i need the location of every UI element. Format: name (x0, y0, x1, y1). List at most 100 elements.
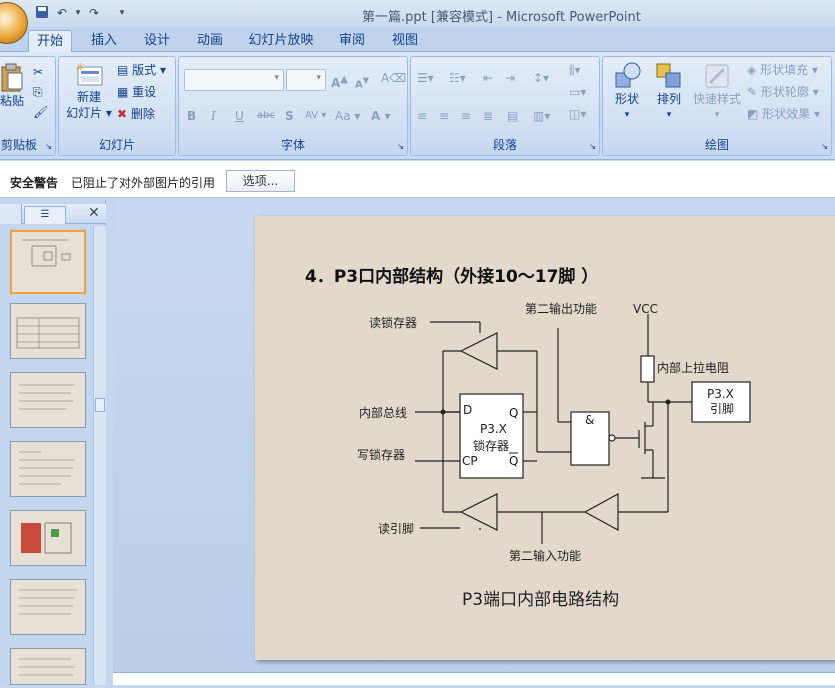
clear-format-icon[interactable]: A⌫ (381, 69, 406, 87)
paste-button[interactable]: 粘贴 (0, 63, 27, 109)
svg-text:✳: ✳ (76, 61, 85, 74)
window-title: 第一篇.ppt [兼容模式] - Microsoft PowerPoint (362, 10, 641, 25)
slides-pane: ☰ ✕ (0, 200, 106, 685)
ribbon-tabs: 开始 插入 设计 动画 幻灯片放映 审阅 视图 (0, 27, 835, 52)
tab-home[interactable]: 开始 (28, 30, 72, 52)
shapes-label: 形状 (614, 92, 639, 106)
format-painter-icon[interactable]: 🖌 (33, 103, 48, 121)
scrollbar-thumb[interactable] (95, 398, 105, 412)
char-spacing-icon[interactable]: AV ▾ (305, 107, 326, 125)
layout-button[interactable]: ▤ 版式 ▾ (117, 61, 166, 79)
paste-label: 粘贴 (0, 94, 24, 108)
tab-insert[interactable]: 插入 (84, 30, 124, 52)
slide-thumbnail-1[interactable] (10, 230, 86, 294)
align-text-icon[interactable]: ▭▾ (569, 83, 586, 101)
justify-icon[interactable]: ≣ (483, 107, 493, 125)
label-read-latch: 读锁存器 (369, 315, 417, 330)
save-icon[interactable] (34, 5, 50, 21)
tab-design[interactable]: 设计 (137, 30, 177, 52)
label-read-pin: 读引脚 (378, 521, 414, 536)
title-bar: ↶ ▾ ↷ ▾ 第一篇.ppt [兼容模式] - Microsoft Power… (0, 0, 835, 44)
latch-name: P3.X (480, 422, 507, 436)
font-dialog-launcher-icon[interactable]: ↘ (397, 142, 404, 151)
latch-d: D (463, 403, 472, 417)
label-second-input: 第二输入功能 (509, 548, 581, 563)
paragraph-group-label: 段落 (492, 138, 517, 152)
smartart-icon[interactable]: ◫▾ (569, 105, 586, 123)
arrange-label: 排列 (656, 92, 681, 106)
decrease-indent-icon[interactable]: ⇤ (483, 69, 493, 87)
undo-dropdown-icon[interactable]: ▾ (70, 5, 86, 21)
align-left-icon[interactable]: ≡ (417, 107, 427, 125)
pin-name: P3.X (707, 387, 734, 401)
shadow-icon[interactable]: S (285, 107, 294, 125)
tab-slides-thumbnails[interactable] (0, 204, 22, 224)
delete-slide-button[interactable]: ✖ 删除 (117, 105, 155, 123)
line-spacing-icon[interactable]: ↕▾ (533, 69, 549, 87)
dialog-launcher-icon[interactable]: ↘ (45, 142, 52, 151)
numbering-icon[interactable]: ☷▾ (449, 69, 466, 87)
increase-indent-icon[interactable]: ⇥ (505, 69, 515, 87)
outline-icon: ☰ (40, 209, 50, 220)
label-second-output: 第二输出功能 (525, 301, 597, 316)
slide-canvas[interactable]: 4．P3口内部结构（外接10～17脚 ） 读锁存器 内部总线 写锁存器 读引脚 … (255, 216, 835, 660)
group-clipboard: 粘贴 ✂ ⎘ 🖌 剪贴板 ↘ (0, 56, 56, 156)
paragraph-dialog-launcher-icon[interactable]: ↘ (589, 142, 596, 151)
bullets-icon[interactable]: ☰▾ (417, 69, 434, 87)
distribute-icon[interactable]: ▤ (507, 107, 518, 125)
font-name-dropdown[interactable]: ▾ (184, 69, 284, 91)
latch-q: Q (509, 406, 518, 420)
layout-icon: ▤ (117, 63, 129, 77)
quick-styles-button[interactable]: 快速样式 ▾ (691, 61, 743, 123)
redo-icon[interactable]: ↷ (86, 5, 102, 21)
arrange-button[interactable]: 排列 ▾ (649, 61, 689, 123)
slide-thumbnail-4[interactable] (10, 441, 86, 497)
shrink-font-icon[interactable]: A▼ (355, 71, 369, 94)
notes-pane[interactable] (113, 672, 835, 685)
shape-fill-button[interactable]: ◈ 形状填充 ▾ (747, 61, 818, 79)
slide-thumbnail-3[interactable] (10, 372, 86, 428)
tab-slideshow[interactable]: 幻灯片放映 (245, 30, 317, 52)
shape-outline-button[interactable]: ✎ 形状轮廓 ▾ (747, 83, 819, 101)
ribbon: 粘贴 ✂ ⎘ 🖌 剪贴板 ↘ ✳ 新建 幻灯片 ▾ ▤ 版式 ▾ ▦ 重设 ✖ … (0, 52, 835, 160)
font-color-icon[interactable]: A ▾ (371, 107, 391, 125)
copy-icon[interactable]: ⎘ (33, 83, 43, 101)
cut-icon[interactable]: ✂ (33, 63, 43, 81)
options-button[interactable]: 选项... (226, 170, 295, 192)
underline-icon[interactable]: U (235, 107, 244, 125)
slide-thumbnail-5[interactable] (10, 510, 86, 566)
drawing-group-label: 绘图 (704, 138, 729, 152)
align-right-icon[interactable]: ≡ (461, 107, 471, 125)
slide-thumbnail-2[interactable] (10, 303, 86, 359)
text-direction-icon[interactable]: ⫼▾ (569, 61, 581, 79)
columns-icon[interactable]: ▥▾ (533, 107, 550, 125)
label-internal-bus: 内部总线 (359, 405, 407, 420)
change-case-icon[interactable]: Aa ▾ (335, 107, 360, 125)
tab-view[interactable]: 视图 (385, 30, 425, 52)
shape-effects-button[interactable]: ◩ 形状效果 ▾ (747, 105, 820, 123)
tab-animations[interactable]: 动画 (190, 30, 230, 52)
new-slide-label-1: 新建 (76, 90, 101, 104)
quick-styles-label: 快速样式 (692, 92, 741, 106)
customize-toolbar-icon[interactable]: ▾ (114, 5, 130, 21)
shapes-button[interactable]: 形状 ▾ (607, 61, 647, 123)
slides-pane-scrollbar[interactable] (93, 226, 106, 685)
reset-button[interactable]: ▦ 重设 (117, 83, 156, 101)
latch-sub: 锁存器 (473, 438, 509, 453)
drawing-dialog-launcher-icon[interactable]: ↘ (821, 142, 828, 151)
slide-thumbnail-6[interactable] (10, 579, 86, 635)
bold-icon[interactable]: B (187, 107, 196, 125)
latch-cp: CP (462, 454, 478, 468)
font-size-dropdown[interactable]: ▾ (286, 69, 326, 91)
undo-icon[interactable]: ↶ (54, 5, 70, 21)
slide-thumbnail-7[interactable] (10, 648, 86, 685)
grow-font-icon[interactable]: A▲ (331, 71, 348, 92)
new-slide-button[interactable]: ✳ 新建 幻灯片 ▾ (63, 61, 115, 121)
slide-caption[interactable]: P3端口内部电路结构 (462, 585, 619, 610)
close-pane-icon[interactable]: ✕ (88, 205, 100, 221)
tab-outline[interactable]: ☰ (24, 206, 66, 224)
align-center-icon[interactable]: ≡ (439, 107, 449, 125)
tab-review[interactable]: 审阅 (332, 30, 372, 52)
strikethrough-icon[interactable]: abc (257, 107, 275, 125)
italic-icon[interactable]: I (211, 107, 216, 125)
